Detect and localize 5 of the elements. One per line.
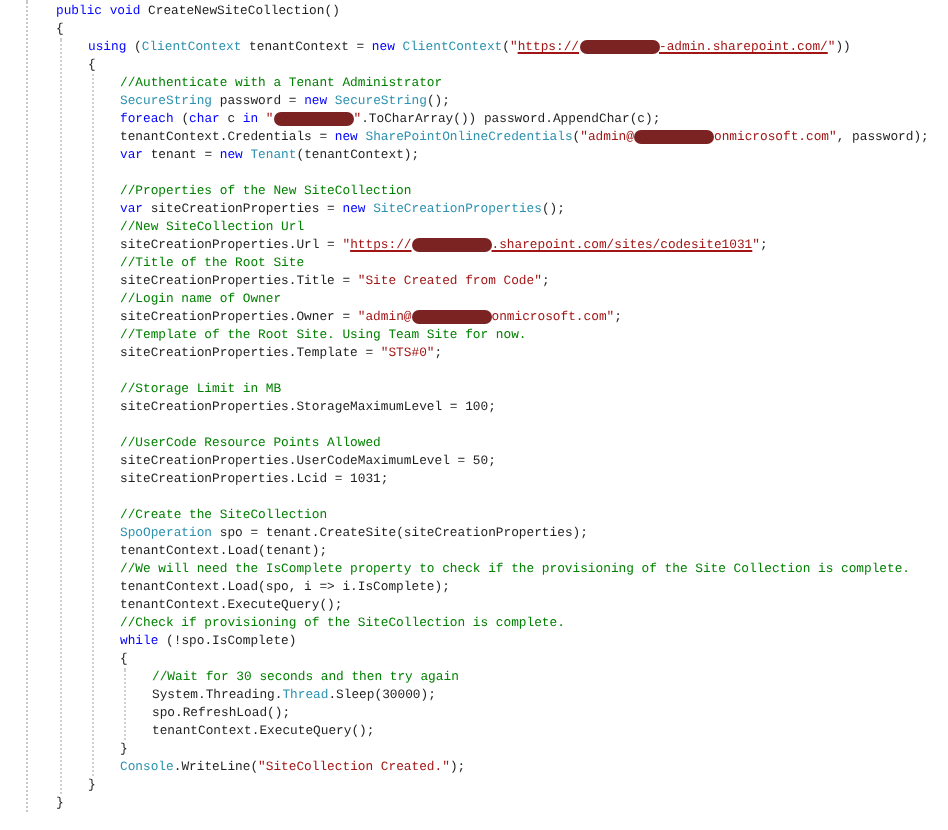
- redaction-mark: [411, 310, 492, 324]
- redaction-mark: [579, 40, 659, 54]
- redaction-mark: [273, 112, 354, 126]
- redaction-mark: [411, 238, 492, 252]
- redaction-mark: [633, 130, 714, 144]
